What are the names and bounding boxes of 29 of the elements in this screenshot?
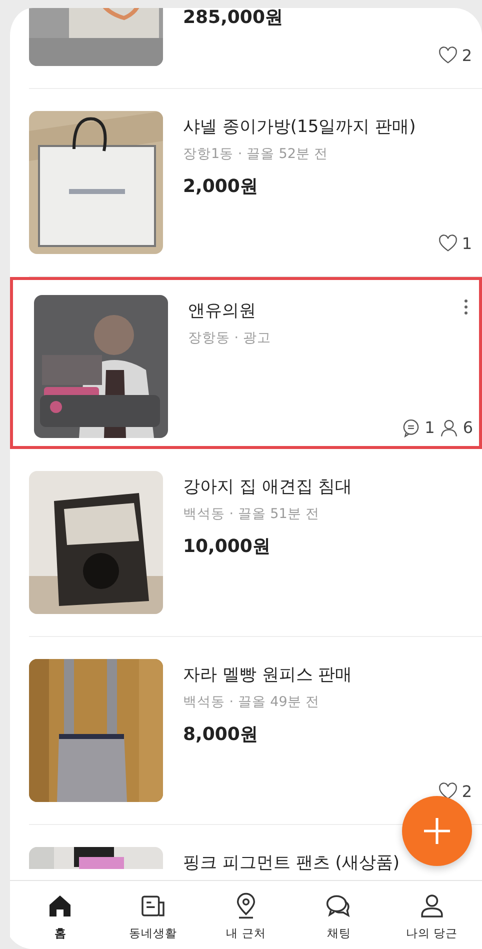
nav-tab[interactable]: 홈 xyxy=(20,881,100,949)
plus-icon xyxy=(422,816,452,846)
nav-tab[interactable]: 동네생활 xyxy=(113,881,194,949)
item-meta: 장항1동 · 끌올 52분 전 xyxy=(183,145,330,164)
item-title: 앤유의원 xyxy=(188,300,256,323)
chat-icon xyxy=(400,418,421,438)
heart-icon xyxy=(438,234,458,254)
nav-tab[interactable]: 내 근처 xyxy=(206,881,286,949)
item-title: 강아지 집 애견집 침대 xyxy=(183,476,354,499)
heart-icon xyxy=(438,46,458,66)
item-title: 샤넬 종이가방(15일까지 판매) xyxy=(183,116,417,139)
item-price: 10,000원 xyxy=(183,535,272,559)
comment-count: 1 xyxy=(424,418,435,438)
person-icon xyxy=(438,418,459,438)
add-button[interactable] xyxy=(402,796,472,866)
nav-tab[interactable]: 채팅 xyxy=(298,881,379,949)
nav-tab[interactable]: 나의 당근 xyxy=(392,881,472,949)
like-count: 2 xyxy=(462,782,472,802)
item-price: 8,000원 xyxy=(183,723,259,747)
item-meta: 장항동 · 광고 xyxy=(188,329,272,348)
people-count: 6 xyxy=(462,418,473,438)
item-price: 2,000원 xyxy=(183,175,259,199)
item-title: 자라 멜빵 원피스 판매 xyxy=(183,664,354,687)
like-count: 1 xyxy=(462,234,472,254)
item-meta: 백석동 · 끌올 49분 전 xyxy=(183,693,321,712)
item-meta: 백석동 · 끌올 51분 전 xyxy=(183,505,321,524)
item-price: 285,000원 xyxy=(183,8,284,28)
item-title: 핑크 피그먼트 팬츠 (새상품) xyxy=(183,852,400,875)
like-count: 2 xyxy=(462,46,472,66)
